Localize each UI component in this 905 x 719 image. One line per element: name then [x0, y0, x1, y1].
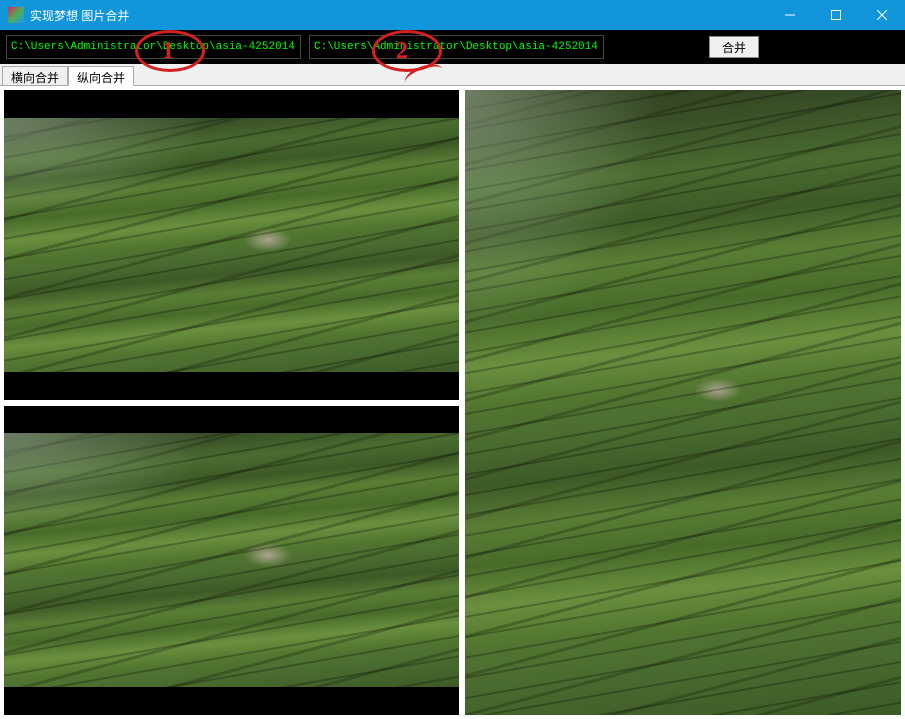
left-column [4, 90, 459, 715]
path-input-2[interactable] [309, 35, 604, 59]
source-image-2 [4, 433, 459, 687]
image-pane-top-left [4, 90, 459, 400]
path-input-1[interactable] [6, 35, 301, 59]
merge-button[interactable]: 合并 [709, 36, 759, 58]
tab-bar: 横向合并 纵向合并 [0, 64, 905, 86]
app-icon [8, 7, 24, 23]
toolbar: 合并 [0, 30, 905, 64]
window-controls [767, 0, 905, 30]
maximize-icon [831, 10, 841, 20]
tab-vertical-merge[interactable]: 纵向合并 [68, 66, 134, 86]
image-pane-merged [465, 90, 901, 715]
tab-horizontal-merge[interactable]: 横向合并 [2, 66, 68, 85]
minimize-button[interactable] [767, 0, 813, 30]
source-image-1 [4, 118, 459, 372]
merged-image [465, 90, 901, 715]
window-title: 实现梦想 图片合并 [30, 7, 767, 24]
maximize-button[interactable] [813, 0, 859, 30]
close-icon [877, 10, 887, 20]
content-area [0, 86, 905, 719]
titlebar: 实现梦想 图片合并 [0, 0, 905, 30]
image-pane-bottom-left [4, 406, 459, 716]
close-button[interactable] [859, 0, 905, 30]
minimize-icon [785, 10, 795, 20]
right-column [465, 90, 901, 715]
